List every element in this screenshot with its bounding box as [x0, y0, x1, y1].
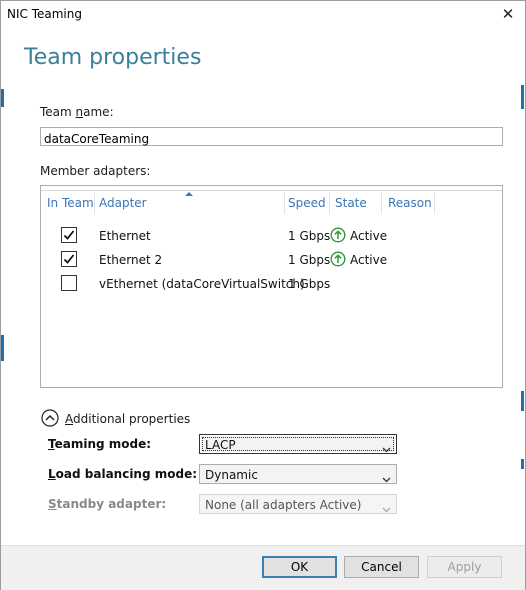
teaming-mode-select[interactable]: LACP — [199, 434, 397, 454]
member-adapters-label: Member adapters: — [40, 164, 151, 178]
in-team-checkbox[interactable] — [61, 251, 77, 267]
load-balancing-mode-label: Load balancing mode: — [48, 467, 198, 481]
in-team-checkbox[interactable] — [61, 275, 77, 291]
adapter-row[interactable]: Ethernet 2 1 Gbps Active — [41, 248, 502, 272]
teaming-mode-value: LACP — [205, 438, 236, 452]
arrow-up-circle-icon — [330, 251, 346, 271]
column-separator — [381, 192, 382, 214]
title-bar[interactable]: NIC Teaming ✕ — [1, 1, 525, 28]
additional-properties-toggle[interactable]: Additional properties — [65, 412, 190, 426]
adapter-name: Ethernet — [99, 229, 151, 243]
team-name-input[interactable] — [41, 130, 494, 147]
checkmark-icon — [63, 254, 75, 264]
column-header-adapter[interactable]: Adapter — [99, 196, 147, 216]
adapter-speed: 1 Gbps — [288, 277, 331, 291]
column-separator — [434, 192, 435, 214]
standby-adapter-select[interactable]: None (all adapters Active) — [199, 494, 397, 514]
arrow-up-circle-icon — [330, 227, 346, 247]
checkmark-icon — [63, 230, 75, 240]
ok-button[interactable]: OK — [262, 556, 337, 578]
background-window-edge — [521, 391, 524, 411]
column-header-reason[interactable]: Reason — [388, 196, 432, 216]
adapter-state: Active — [350, 229, 388, 243]
sort-ascending-icon — [185, 192, 193, 196]
window-title: NIC Teaming — [7, 7, 82, 21]
background-window-edge — [521, 459, 524, 469]
column-header-in-team[interactable]: In Team — [47, 196, 94, 216]
column-separator — [284, 192, 285, 214]
standby-adapter-label: Standby adapter: — [48, 497, 167, 511]
collapse-icon[interactable] — [41, 409, 59, 427]
load-balancing-mode-value: Dynamic — [205, 468, 258, 482]
member-adapters-list[interactable]: In Team Adapter Speed State Reason Ether… — [40, 185, 503, 388]
chevron-down-icon — [382, 469, 391, 488]
chevron-down-icon — [382, 439, 391, 458]
background-window-edge — [1, 335, 4, 361]
teaming-mode-label: Teaming mode: — [48, 437, 152, 451]
column-separator — [94, 192, 95, 214]
list-top-bar — [41, 186, 502, 191]
background-window-edge — [1, 89, 4, 107]
column-header-speed[interactable]: Speed — [288, 196, 326, 216]
in-team-checkbox[interactable] — [61, 227, 77, 243]
adapter-row[interactable]: Ethernet 1 Gbps Active — [41, 224, 502, 248]
chevron-down-icon — [382, 499, 391, 518]
dialog-footer: OK Cancel Apply — [1, 545, 525, 590]
team-name-field[interactable] — [40, 127, 503, 147]
column-header-state[interactable]: State — [335, 196, 367, 216]
adapter-name: Ethernet 2 — [99, 253, 163, 267]
close-icon[interactable]: ✕ — [497, 3, 519, 25]
nic-teaming-dialog: NIC Teaming ✕ Team properties Team name:… — [0, 0, 526, 590]
background-window-edge — [521, 85, 524, 109]
column-separator — [329, 192, 330, 214]
adapter-name: vEthernet (dataCoreVirtualSwitch) — [99, 277, 305, 291]
apply-button[interactable]: Apply — [427, 556, 502, 578]
adapter-row[interactable]: vEthernet (dataCoreVirtualSwitch) 1 Gbps — [41, 272, 502, 296]
adapter-speed: 1 Gbps — [288, 229, 331, 243]
cancel-button[interactable]: Cancel — [344, 556, 419, 578]
page-title: Team properties — [24, 45, 202, 70]
standby-adapter-value: None (all adapters Active) — [205, 498, 362, 512]
adapter-speed: 1 Gbps — [288, 253, 331, 267]
team-name-label: Team name: — [40, 105, 114, 119]
load-balancing-mode-select[interactable]: Dynamic — [199, 464, 397, 484]
adapter-state: Active — [350, 253, 388, 267]
